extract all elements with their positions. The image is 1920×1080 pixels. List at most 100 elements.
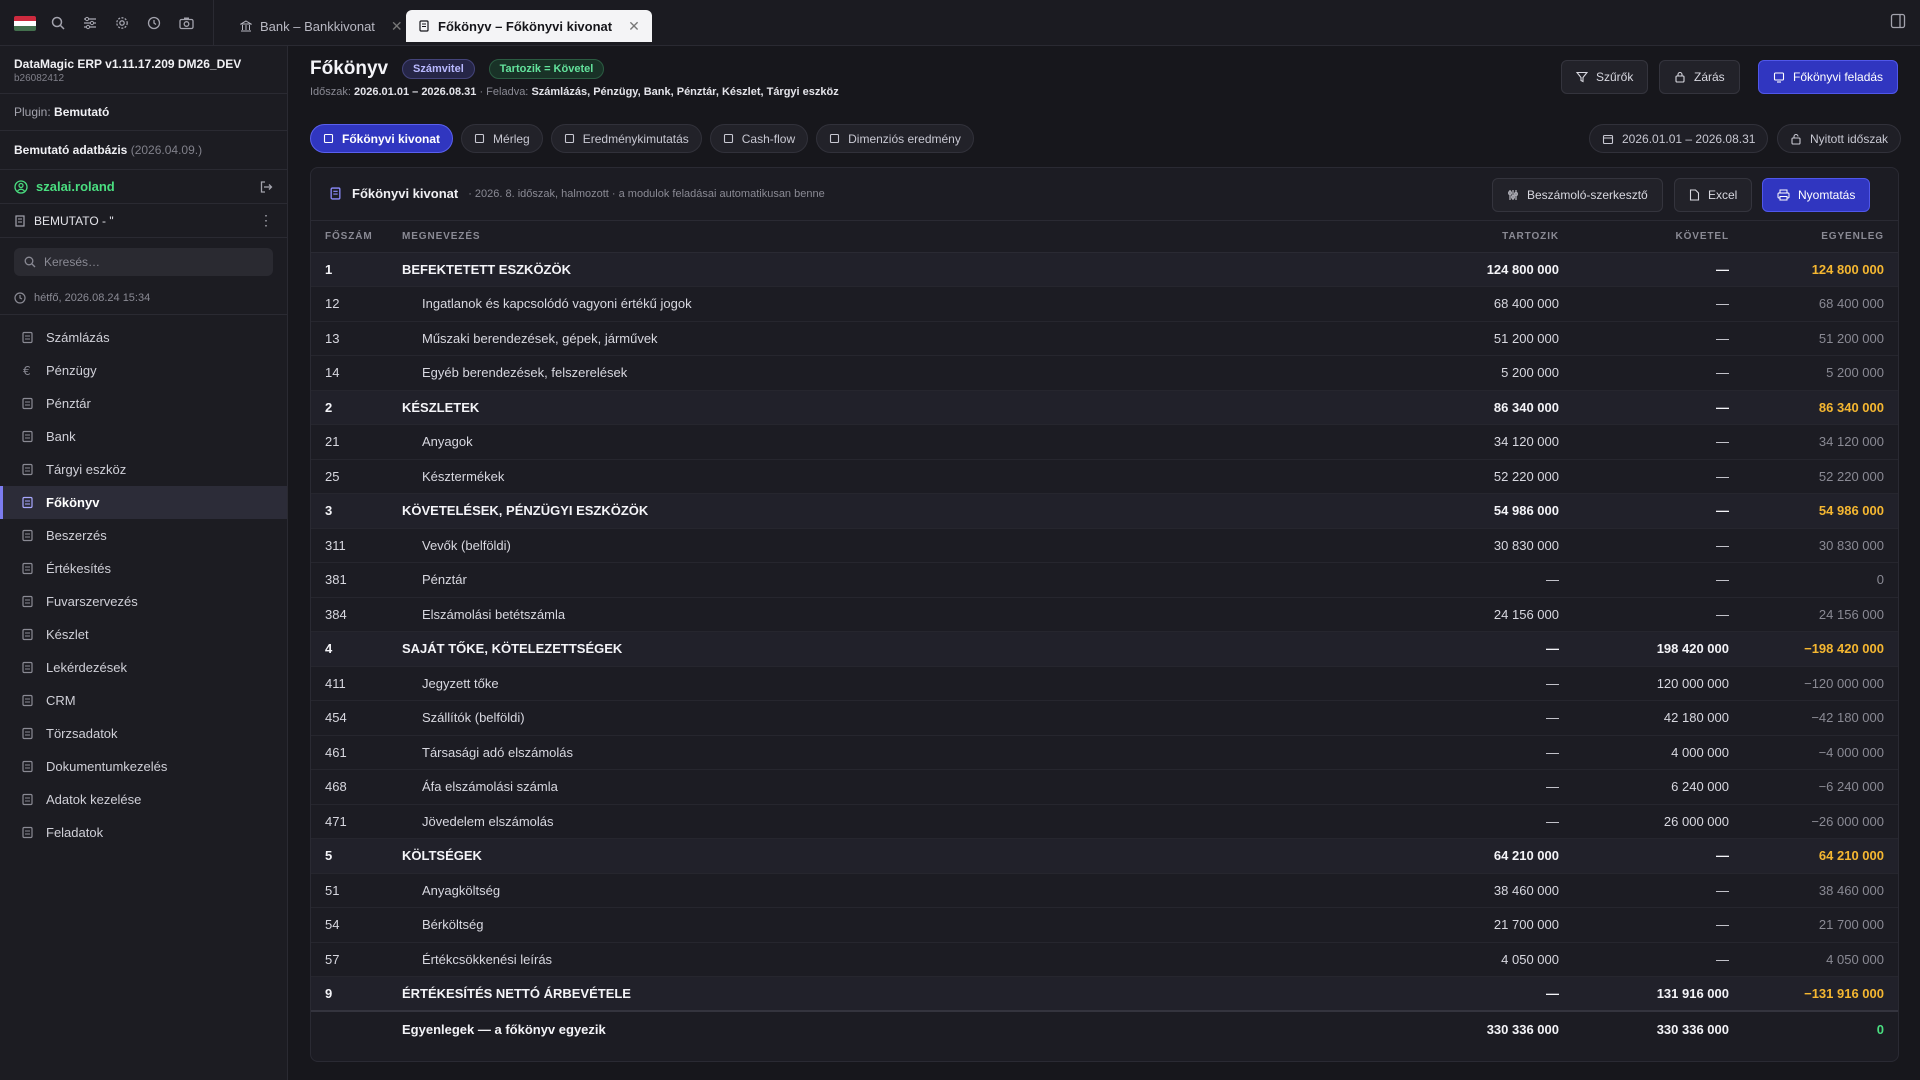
table-row[interactable]: 13 Műszaki berendezések, gépek, járművek 5… xyxy=(311,321,1898,356)
table-row[interactable]: 25 Késztermékek 52 220 000—52 220 000 xyxy=(311,459,1898,494)
post-ledger-button[interactable]: Főkönyvi feladás xyxy=(1758,60,1899,94)
credit-amount: — xyxy=(1559,424,1729,460)
period-pill[interactable]: 2026.01.01 – 2026.08.31 xyxy=(1589,124,1769,153)
sidebar-item-cash-register[interactable]: Pénztár xyxy=(0,387,287,420)
sidebar-item-label: Készlet xyxy=(46,627,89,642)
table-row[interactable]: 14 Egyéb berendezések, felszerelések 5 200… xyxy=(311,355,1898,391)
table-row[interactable]: 57 Értékcsökkenési leírás 4 050 000—4 050 … xyxy=(311,942,1898,977)
company-selector[interactable]: BEMUTATO - " ⋮ xyxy=(0,204,287,238)
sidebar-item-label: Pénztár xyxy=(46,396,91,411)
table-row[interactable]: 311 Vevők (belföldi) 30 830 000—30 830 000 xyxy=(311,528,1898,563)
sidebar-item-gear[interactable]: Adatok kezelése xyxy=(0,783,287,816)
debit-amount: — xyxy=(1329,666,1559,701)
sidebar-item-label: Bank xyxy=(46,429,76,444)
sidebar-item-cart[interactable]: Beszerzés xyxy=(0,519,287,552)
sidebar-item-ledger[interactable]: Főkönyv xyxy=(0,486,287,519)
table-row[interactable]: 12 Ingatlanok és kapcsolódó vagyoni érték… xyxy=(311,286,1898,322)
sliders-icon[interactable] xyxy=(80,13,100,33)
filter-icon xyxy=(1576,71,1588,83)
sidebar-item-label: Adatok kezelése xyxy=(46,792,142,807)
debit-amount: 4 050 000 xyxy=(1329,942,1559,977)
account-code: 13 xyxy=(311,321,402,356)
table-row[interactable]: 381 Pénztár — —0 xyxy=(311,562,1898,598)
sidebar-item-euro[interactable]: € Pénzügy xyxy=(0,354,287,387)
account-code: 381 xyxy=(311,562,402,598)
table-row[interactable]: 461 Társasági adó elszámolás —4 000 000 −4 … xyxy=(311,735,1898,770)
search-icon[interactable] xyxy=(48,13,68,33)
table-row[interactable]: 468 Áfa elszámolási számla —6 240 000 −6 24… xyxy=(311,769,1898,805)
close-icon[interactable]: ✕ xyxy=(628,18,640,35)
total-balance: 0 xyxy=(1729,1010,1898,1047)
tab-bank[interactable]: Bank – Bankkivonat ✕ xyxy=(228,10,415,42)
table-row[interactable]: 4 SAJÁT TŐKE, KÖTELEZETTSÉGEK —198 420 000… xyxy=(311,631,1898,667)
user-name[interactable]: szalai.roland xyxy=(36,179,259,194)
search-input[interactable] xyxy=(44,255,263,269)
tab-fokonyv[interactable]: Főkönyv – Főkönyvi kivonat ✕ xyxy=(406,10,652,42)
sidebar-item-sales[interactable]: Értékesítés xyxy=(0,552,287,585)
report-tab[interactable]: Eredménykimutatás xyxy=(550,124,702,153)
balance-amount: −26 000 000 xyxy=(1729,804,1898,839)
tab-label: Bank – Bankkivonat xyxy=(260,18,375,34)
col-debit[interactable]: TARTOZIK xyxy=(1329,221,1559,253)
col-name[interactable]: MEGNEVEZÉS xyxy=(402,221,1329,253)
gear-icon[interactable] xyxy=(112,13,132,33)
table-row[interactable]: 3 KÖVETELÉSEK, PÉNZÜGYI ESZKÖZÖK 54 986 00… xyxy=(311,493,1898,529)
report-tab[interactable]: Cash-flow xyxy=(709,124,809,153)
more-vertical-icon[interactable]: ⋮ xyxy=(259,212,273,229)
sidebar-item-truck[interactable]: Fuvarszervezés xyxy=(0,585,287,618)
sidebar-item-invoice[interactable]: Számlázás xyxy=(0,321,287,354)
table-row[interactable]: 1 BEFEKTETETT ESZKÖZÖK 124 800 000—124 800… xyxy=(311,252,1898,287)
history-icon[interactable] xyxy=(144,13,164,33)
table-row[interactable]: 54 Bérköltség 21 700 000—21 700 000 xyxy=(311,907,1898,943)
table-row[interactable]: 9 ÉRTÉKESÍTÉS NETTÓ ÁRBEVÉTELE —131 916 00… xyxy=(311,976,1898,1012)
panel-toggle-icon[interactable] xyxy=(1890,13,1906,29)
open-period-pill[interactable]: Nyitott időszak xyxy=(1777,124,1902,153)
debit-amount: 64 210 000 xyxy=(1329,838,1559,874)
camera-icon[interactable] xyxy=(176,13,196,33)
filters-button[interactable]: Szűrők xyxy=(1561,60,1649,94)
excel-button[interactable]: Excel xyxy=(1674,178,1753,212)
table-row[interactable]: 51 Anyagköltség 38 460 000—38 460 000 xyxy=(311,873,1898,908)
account-name: KÉSZLETEK xyxy=(402,390,1329,425)
close-period-button[interactable]: Zárás xyxy=(1659,60,1740,94)
logout-icon[interactable] xyxy=(259,180,273,194)
card-title: Főkönyvi kivonat xyxy=(352,186,459,201)
debit-amount: 68 400 000 xyxy=(1329,286,1559,322)
sidebar-item-tasks[interactable]: Feladatok xyxy=(0,816,287,849)
sidebar-item-chart[interactable]: Lekérdezések xyxy=(0,651,287,684)
table-row[interactable]: 454 Szállítók (belföldi) —42 180 000 −42 18… xyxy=(311,700,1898,736)
close-period-label: Zárás xyxy=(1694,70,1725,84)
debit-amount: — xyxy=(1329,700,1559,736)
search-box[interactable] xyxy=(14,248,273,276)
sidebar-item-folder[interactable]: Dokumentumkezelés xyxy=(0,750,287,783)
report-tab[interactable]: Mérleg xyxy=(461,124,543,153)
table-row[interactable]: 384 Elszámolási betétszámla 24 156 000—24 … xyxy=(311,597,1898,632)
credit-amount: 4 000 000 xyxy=(1559,735,1729,770)
sidebar-item-boxes[interactable]: Készlet xyxy=(0,618,287,651)
sidebar-item-bank[interactable]: Bank xyxy=(0,420,287,453)
table-row[interactable]: 5 KÖLTSÉGEK 64 210 000—64 210 000 xyxy=(311,838,1898,874)
table-row[interactable]: 471 Jövedelem elszámolás —26 000 000 −26 00… xyxy=(311,804,1898,839)
close-icon[interactable]: ✕ xyxy=(391,18,403,35)
col-account[interactable]: FŐSZÁM xyxy=(311,221,402,253)
sidebar-item-asset[interactable]: Tárgyi eszköz xyxy=(0,453,287,486)
balance-amount: 52 220 000 xyxy=(1729,459,1898,494)
sidebar-item-crm[interactable]: CRM xyxy=(0,684,287,717)
col-credit[interactable]: KÖVETEL xyxy=(1559,221,1729,253)
table-row[interactable]: 411 Jegyzett tőke —120 000 000 −120 000 000 xyxy=(311,666,1898,701)
table-row[interactable]: 21 Anyagok 34 120 000—34 120 000 xyxy=(311,424,1898,460)
hungarian-flag-icon[interactable] xyxy=(14,15,36,31)
table-row[interactable]: 2 KÉSZLETEK 86 340 000—86 340 000 xyxy=(311,390,1898,425)
account-name: Szállítók (belföldi) xyxy=(402,700,1329,736)
report-tab[interactable]: Dimenziós eredmény xyxy=(816,124,974,153)
sidebar-item-database[interactable]: Törzsadatok xyxy=(0,717,287,750)
sidebar-item-label: Beszerzés xyxy=(46,528,107,543)
report-editor-button[interactable]: Beszámoló-szerkesztő xyxy=(1492,178,1663,212)
lock-icon xyxy=(1674,71,1686,83)
database-info[interactable]: Bemutató adatbázis (2026.04.09.) xyxy=(0,131,287,170)
col-balance[interactable]: EGYENLEG xyxy=(1729,221,1898,253)
report-tab[interactable]: Főkönyvi kivonat xyxy=(310,124,454,153)
print-button[interactable]: Nyomtatás xyxy=(1762,178,1871,212)
app-info: DataMagic ERP v1.11.17.209 DM26_DEV b260… xyxy=(0,46,287,94)
plugin-value[interactable]: Bemutató xyxy=(54,105,109,119)
